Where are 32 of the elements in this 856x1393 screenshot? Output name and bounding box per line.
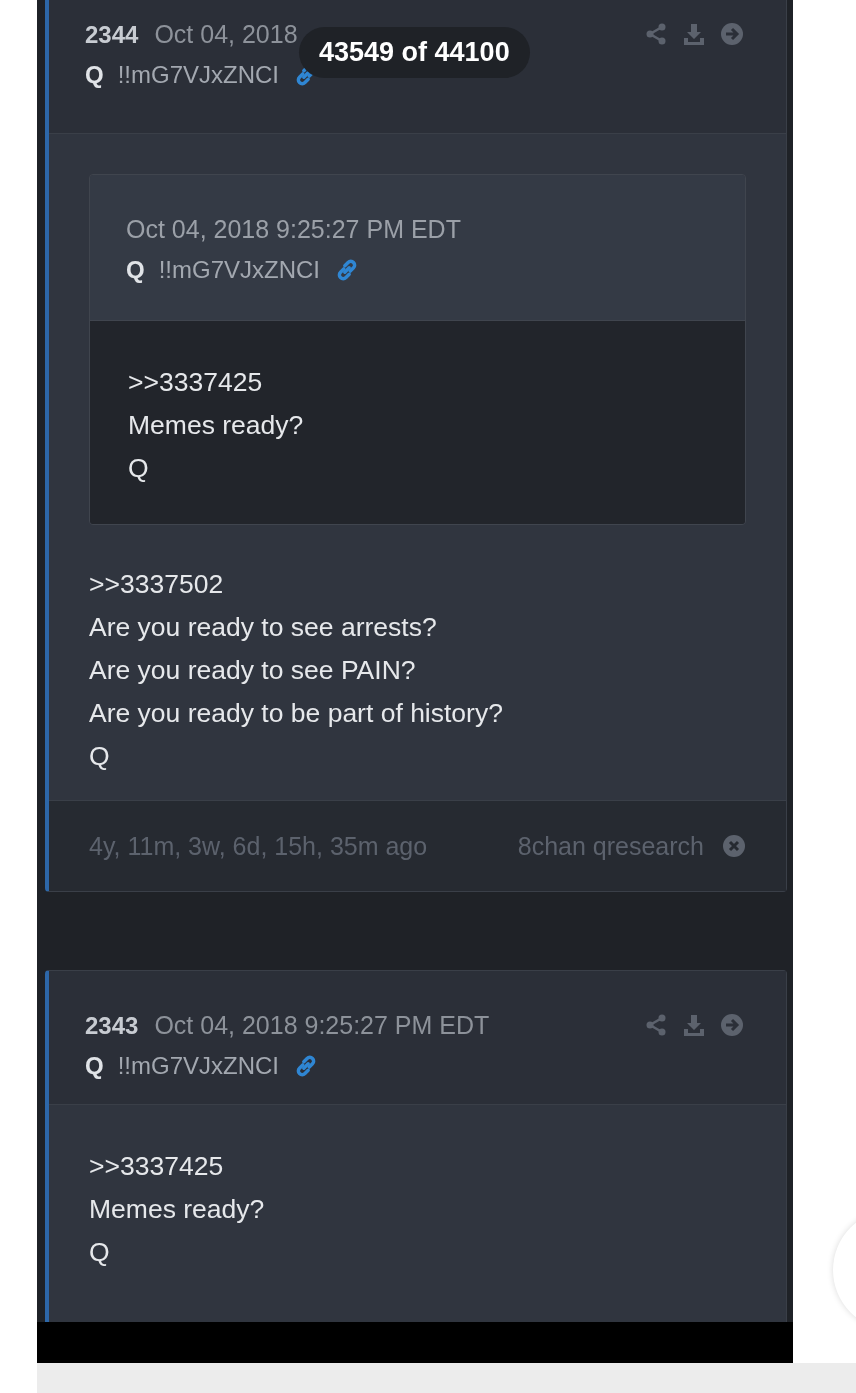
- post-date: Oct 04, 2018: [154, 20, 298, 49]
- download-icon[interactable]: [682, 22, 706, 46]
- author-name: Q: [85, 61, 104, 89]
- message-line: >>3337425: [128, 366, 264, 399]
- message-line: Are you ready to see PAIN?: [89, 654, 417, 687]
- share-icon[interactable]: [644, 22, 668, 46]
- tripcode: !!mG7VJxZNCI: [117, 61, 279, 89]
- arrow-right-icon[interactable]: [720, 22, 744, 46]
- message-line: Memes ready?: [128, 409, 305, 442]
- post-date: Oct 04, 2018 9:25:27 PM EDT: [154, 1011, 490, 1040]
- post-age: 4y, 11m, 3w, 6d, 15h, 35m ago: [89, 831, 428, 861]
- close-icon[interactable]: [722, 834, 746, 858]
- author-name: Q: [126, 256, 145, 284]
- tripcode: !!mG7VJxZNCI: [117, 1052, 279, 1080]
- message-line: >>3337425: [89, 1150, 225, 1183]
- download-icon[interactable]: [682, 1013, 706, 1037]
- message-line: Memes ready?: [89, 1193, 266, 1226]
- message-line: Q: [128, 452, 150, 485]
- message-line: >>3337502: [89, 568, 225, 601]
- arrow-right-icon[interactable]: [720, 1013, 744, 1037]
- message-line: Q: [89, 1236, 111, 1269]
- share-icon[interactable]: [644, 1013, 668, 1037]
- message-line: Q: [89, 740, 111, 773]
- message-line: Are you ready to be part of history?: [89, 697, 504, 730]
- source-label: 8chan qresearch: [517, 831, 704, 861]
- post-date: Oct 04, 2018 9:25:27 PM EDT: [126, 215, 462, 244]
- counter-toast: 43549 of 44100: [299, 27, 530, 78]
- post-number: 2343: [85, 1012, 139, 1040]
- message-line: Are you ready to see arrests?: [89, 611, 438, 644]
- tripcode: !!mG7VJxZNCI: [158, 256, 320, 284]
- post-number: 2344: [85, 21, 139, 49]
- author-name: Q: [85, 1052, 104, 1080]
